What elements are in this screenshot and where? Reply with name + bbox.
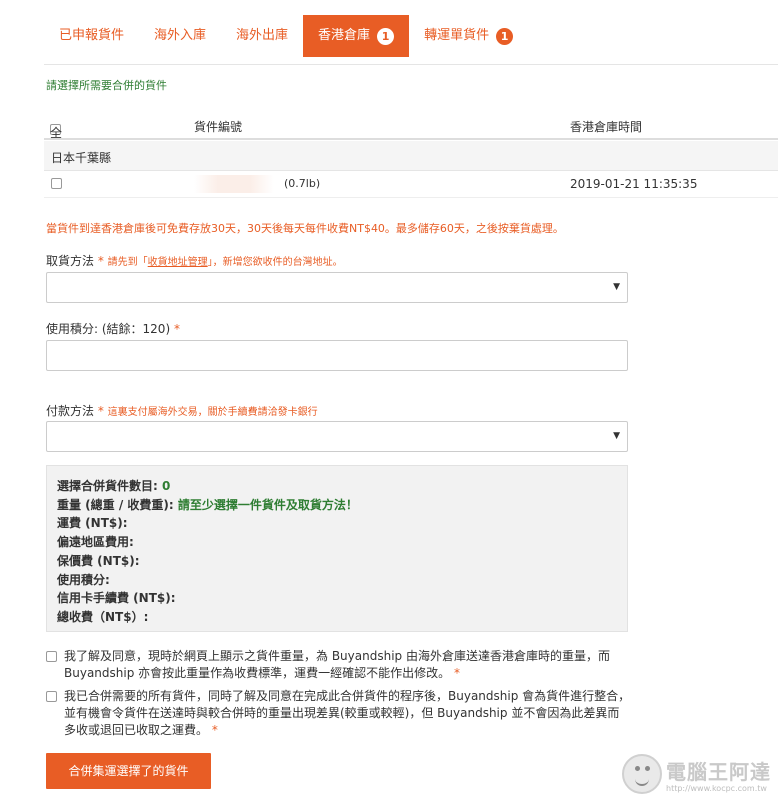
redacted-shipment-number <box>194 175 274 193</box>
watermark: 電腦王阿達 http://www.kocpc.com.tw <box>622 752 774 798</box>
tab-label: 香港倉庫 <box>318 28 371 43</box>
summary-remote: 偏遠地區費用: <box>57 535 134 550</box>
payment-method-select[interactable]: ▼ <box>46 421 628 452</box>
summary-weight: 重量 (總重 / 收費重): 請至少選擇一件貨件及取貨方法！ <box>57 496 617 515</box>
required-star: * <box>173 322 180 336</box>
payment-hint: 這裏支付屬海外交易，關於手續費請洽發卡銀行 <box>107 407 318 418</box>
dropdown-arrow-icon: ▼ <box>613 431 620 441</box>
address-management-link[interactable]: 收貨地址管理 <box>148 257 208 268</box>
tabs-divider <box>44 64 778 65</box>
table-row: (0.7lb) 2019-01-21 11:35:35 <box>44 171 778 198</box>
points-label-text: 使用積分: (結餘：120) <box>46 322 171 336</box>
pickup-label: 取貨方法 * 請先到「收貨地址管理」，新增您欲收件的台灣地址。 <box>46 252 343 269</box>
summary-value: 請至少選擇一件貨件及取貨方法！ <box>177 497 358 512</box>
agreement-checkbox[interactable] <box>46 651 57 662</box>
row-time: 2019-01-21 11:35:35 <box>570 177 698 191</box>
tab-label: 海外出庫 <box>236 28 289 43</box>
tab-label: 轉運單貨件 <box>424 28 490 43</box>
table-header: 全選 貨件編號 香港倉庫時間 <box>44 112 778 157</box>
tab-overseas-outbound[interactable]: 海外出庫 <box>221 15 303 57</box>
watermark-text: 電腦王阿達 <box>666 760 771 784</box>
payment-label: 付款方法 * 這裏支付屬海外交易，關於手續費請洽發卡銀行 <box>46 402 318 419</box>
row-weight: (0.7lb) <box>284 177 321 190</box>
pickup-method-select[interactable]: ▼ <box>46 272 628 303</box>
tab-overseas-inbound[interactable]: 海外入庫 <box>139 15 221 57</box>
consolidate-button[interactable]: 合併集運選擇了的貨件 <box>46 753 211 789</box>
summary-value: 0 <box>161 479 171 493</box>
tab-label: 海外入庫 <box>154 28 207 43</box>
tab-bar: 已申報貨件 海外入庫 海外出庫 香港倉庫 1 轉運單貨件 1 <box>44 15 528 57</box>
points-label: 使用積分: (結餘：120) * <box>46 320 180 337</box>
summary-insurance: 保價費 (NT$): <box>57 553 140 568</box>
agreement-body: 我已合併需要的所有貨件，同時了解及同意在完成此合併貨件的程序後，Buyandsh… <box>64 689 631 737</box>
required-star: * <box>97 404 104 418</box>
storage-notice: 當貨件到達香港倉庫後可免費存放30天，30天後每天每件收費NT$40。最多儲存6… <box>46 222 564 235</box>
agreement-consolidation[interactable]: 我已合併需要的所有貨件，同時了解及同意在完成此合併貨件的程序後，Buyandsh… <box>46 688 631 739</box>
dropdown-arrow-icon: ▼ <box>613 282 620 292</box>
agreement-text: 我已合併需要的所有貨件，同時了解及同意在完成此合併貨件的程序後，Buyandsh… <box>64 688 631 739</box>
tab-forwarding[interactable]: 轉運單貨件 1 <box>409 15 528 57</box>
instruction-text: 請選擇所需要合併的貨件 <box>46 79 167 92</box>
summary-label: 重量 (總重 / 收費重): <box>57 497 178 512</box>
summary-count: 選擇合併貨件數目: 0 <box>57 477 617 496</box>
order-summary: 選擇合併貨件數目: 0 重量 (總重 / 收費重): 請至少選擇一件貨件及取貨方… <box>46 465 628 632</box>
agreement-checkbox[interactable] <box>46 691 57 702</box>
agreement-body: 我了解及同意，現時於網頁上顯示之貨件重量，為 Buyandship 由海外倉庫送… <box>64 649 610 680</box>
count-badge: 1 <box>496 27 514 45</box>
summary-shipping: 運費 (NT$): <box>57 516 128 531</box>
summary-total: 總收費（NT$）: <box>57 609 149 624</box>
column-header-time: 香港倉庫時間 <box>570 120 643 134</box>
count-badge: 1 <box>377 27 395 45</box>
watermark-url: http://www.kocpc.com.tw <box>666 784 767 793</box>
payment-label-text: 付款方法 <box>46 404 95 418</box>
required-star: * <box>211 723 218 737</box>
tab-hk-warehouse[interactable]: 香港倉庫 1 <box>303 15 410 57</box>
group-row: 日本千葉縣 <box>44 141 778 171</box>
group-label: 日本千葉縣 <box>51 151 112 165</box>
mascot-logo-icon <box>622 754 662 794</box>
tab-declared[interactable]: 已申報貨件 <box>44 15 139 57</box>
summary-points: 使用積分: <box>57 572 110 587</box>
column-header-number: 貨件編號 <box>194 120 243 134</box>
points-input[interactable] <box>46 340 628 371</box>
summary-label: 選擇合併貨件數目: <box>57 479 162 493</box>
agreement-weight[interactable]: 我了解及同意，現時於網頁上顯示之貨件重量，為 Buyandship 由海外倉庫送… <box>46 648 616 682</box>
pickup-hint: 請先到「收貨地址管理」，新增您欲收件的台灣地址。 <box>108 257 343 268</box>
hint-text: 」，新增您欲收件的台灣地址。 <box>207 257 343 268</box>
row-checkbox[interactable] <box>51 178 62 189</box>
hint-text: 請先到「 <box>107 257 148 268</box>
tab-label: 已申報貨件 <box>59 28 125 43</box>
required-star: * <box>97 254 104 268</box>
summary-card-fee: 信用卡手續費 (NT$): <box>57 591 176 606</box>
required-star: * <box>453 666 460 680</box>
agreement-text: 我了解及同意，現時於網頁上顯示之貨件重量，為 Buyandship 由海外倉庫送… <box>64 648 616 682</box>
pickup-label-text: 取貨方法 <box>46 254 95 268</box>
